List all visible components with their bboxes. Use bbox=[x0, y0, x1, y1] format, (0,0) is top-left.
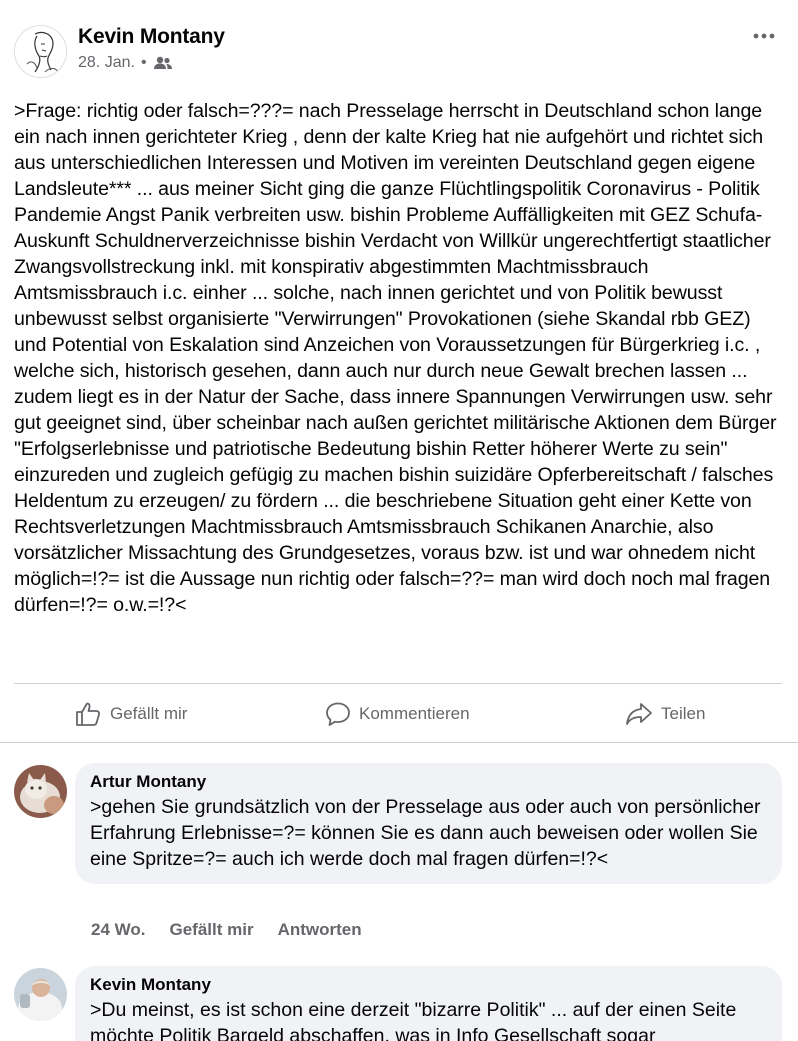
comment-text: >gehen Sie grundsätzlich von der Pressel… bbox=[90, 796, 761, 870]
comment-like-button[interactable]: Gefällt mir bbox=[169, 920, 253, 940]
author-avatar[interactable] bbox=[14, 25, 67, 78]
ellipsis-icon bbox=[753, 33, 775, 39]
post-date[interactable]: 28. Jan. bbox=[78, 54, 135, 72]
post-header: Kevin Montany 28. Jan. • bbox=[0, 0, 798, 90]
comment-text: >Du meinst, es ist schon eine derzeit "b… bbox=[90, 999, 737, 1041]
thumbs-up-icon bbox=[76, 702, 101, 726]
comment-actions: 24 Wo. Gefällt mir Antworten bbox=[91, 920, 362, 940]
like-button-label: Gefällt mir bbox=[110, 704, 188, 723]
share-button-label: Teilen bbox=[661, 704, 706, 723]
post-text: >Frage: richtig oder falsch=???= nach Pr… bbox=[14, 100, 777, 616]
comment-button[interactable]: Kommentieren bbox=[325, 688, 470, 740]
comment-bubble: Artur Montany >gehen Sie grundsätzlich v… bbox=[75, 763, 782, 884]
person-photo-icon bbox=[14, 968, 67, 1021]
meta-separator: • bbox=[140, 54, 147, 71]
commenter-avatar[interactable] bbox=[14, 968, 67, 1021]
comment-author[interactable]: Kevin Montany bbox=[90, 975, 767, 995]
comment-reply-button[interactable]: Antworten bbox=[278, 920, 362, 940]
speech-bubble-icon bbox=[326, 702, 350, 726]
post-actions-bar: Gefällt mir Kommentieren Teilen bbox=[0, 688, 798, 740]
comment-timestamp[interactable]: 24 Wo. bbox=[91, 920, 145, 940]
post-meta: 28. Jan. • bbox=[78, 54, 173, 72]
post-author-name[interactable]: Kevin Montany bbox=[78, 25, 225, 49]
share-button[interactable]: Teilen bbox=[625, 688, 705, 740]
like-button[interactable]: Gefällt mir bbox=[74, 688, 187, 740]
sketch-portrait-icon bbox=[15, 26, 66, 77]
more-options-button[interactable] bbox=[748, 22, 780, 50]
comment-button-label: Kommentieren bbox=[359, 704, 470, 723]
comment-author[interactable]: Artur Montany bbox=[90, 772, 767, 792]
comment-bubble: Kevin Montany >Du meinst, es ist schon e… bbox=[75, 966, 782, 1041]
actions-divider bbox=[14, 683, 782, 684]
share-arrow-icon bbox=[626, 703, 652, 725]
cat-photo-icon bbox=[14, 765, 67, 818]
commenter-avatar[interactable] bbox=[14, 765, 67, 818]
friends-icon[interactable] bbox=[153, 55, 173, 71]
comments-divider bbox=[0, 742, 798, 743]
